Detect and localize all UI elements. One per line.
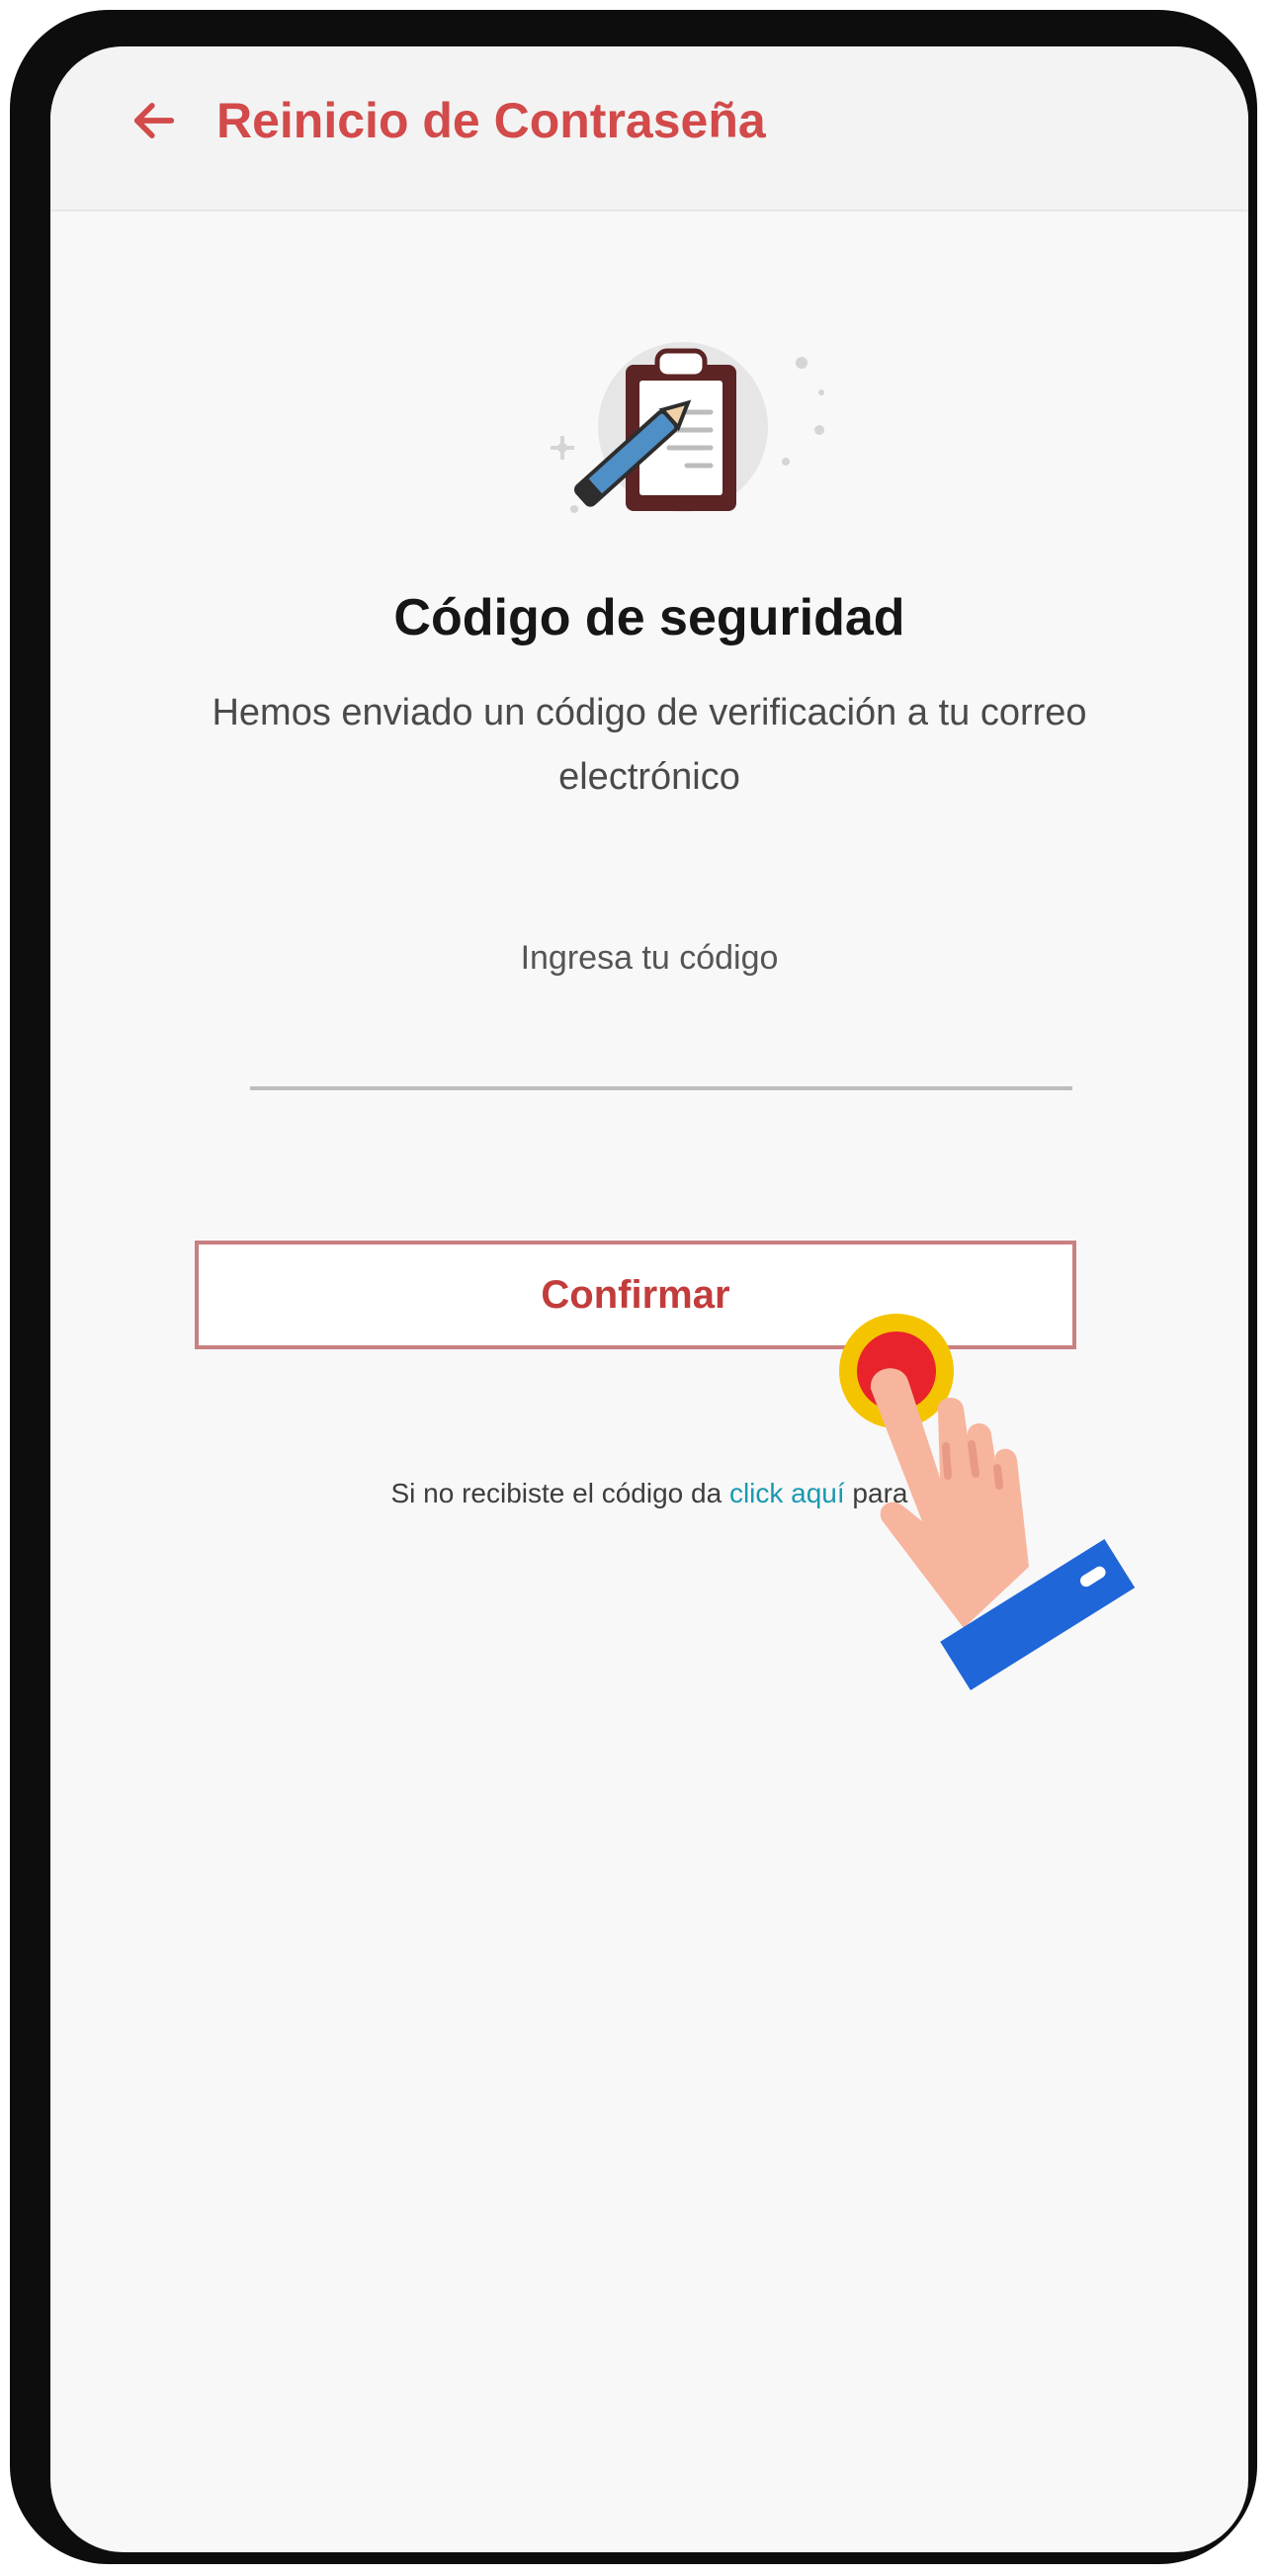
code-input[interactable] — [250, 1025, 1072, 1090]
phone-frame: Reinicio de Contraseña Código de segurid… — [10, 10, 1257, 2564]
verification-subtext: Hemos enviado un código de verificación … — [212, 692, 1087, 798]
app-screen: Reinicio de Contraseña Código de segurid… — [50, 46, 1248, 2552]
app-bar: Reinicio de Contraseña — [50, 46, 1248, 212]
resend-link[interactable]: click aquí — [729, 1478, 845, 1508]
resend-prefix: Si no recibiste el código da — [390, 1478, 729, 1508]
back-button[interactable] — [122, 88, 187, 153]
tap-hand-icon — [831, 1302, 1187, 1697]
security-code-heading: Código de seguridad — [393, 589, 905, 646]
page-title: Reinicio de Contraseña — [216, 93, 766, 148]
side-button-1 — [12, 395, 20, 544]
arrow-left-icon — [133, 103, 175, 138]
code-label: Ingresa tu código — [520, 939, 779, 977]
clipboard-pen-icon — [505, 323, 861, 580]
side-button-2 — [12, 1977, 20, 2076]
